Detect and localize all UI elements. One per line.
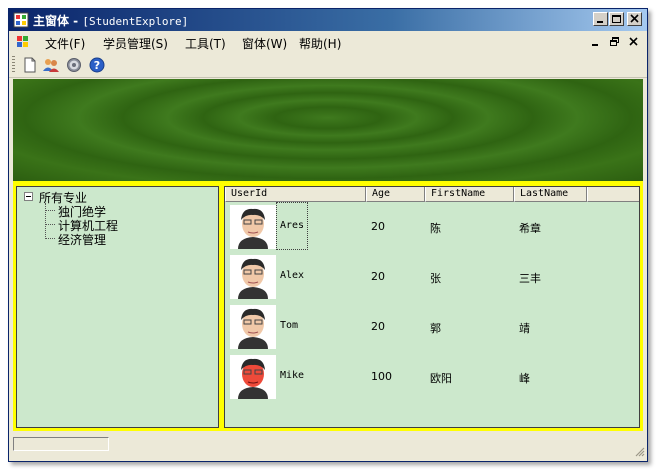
banner-image: [13, 79, 643, 181]
settings-gear-icon[interactable]: [65, 56, 83, 74]
tree-node-economics[interactable]: 经济管理: [58, 231, 106, 248]
cell-userid: Alex: [280, 270, 305, 281]
avatar: [230, 205, 276, 249]
menu-help[interactable]: 帮助(H): [299, 35, 341, 52]
menu-student-management[interactable]: 学员管理(S): [103, 35, 168, 52]
cell-lastname: 峰: [519, 372, 530, 385]
toolbar: ?: [9, 53, 647, 78]
tree-connector: [45, 210, 55, 211]
mdi-child-icon[interactable]: [15, 34, 31, 50]
close-icon: [630, 14, 639, 23]
split-container: 所有专业 独门绝学 计算机工程 经济管理 UserId Age FirstNam…: [13, 181, 643, 431]
menu-file[interactable]: 文件(F): [45, 35, 85, 52]
mdi-minimize-icon[interactable]: [589, 35, 603, 49]
cell-age: 20: [371, 320, 385, 333]
svg-text:?: ?: [94, 59, 100, 72]
close-button[interactable]: [627, 12, 642, 26]
cell-firstname: 郭: [430, 322, 441, 335]
maximize-icon: [612, 15, 621, 23]
cell-lastname: 三丰: [519, 272, 541, 285]
column-header-lastname[interactable]: LastName: [514, 187, 587, 202]
cell-age: 20: [371, 270, 385, 283]
tree-connector: [45, 238, 55, 239]
users-icon[interactable]: [42, 56, 60, 74]
main-window: 主窗体 - [StudentExplore] 文件(F) 学员管理(S) 工具(…: [8, 8, 648, 462]
new-document-icon[interactable]: [21, 56, 39, 74]
tree-connector: [45, 203, 46, 239]
minimize-icon: [597, 21, 603, 23]
cell-userid: Mike: [280, 370, 305, 381]
menu-tools[interactable]: 工具(T): [185, 35, 226, 52]
resize-grip-icon[interactable]: [633, 445, 645, 457]
cell-age: 100: [371, 370, 392, 383]
list-item[interactable]: Ares 20 陈 希章: [225, 202, 639, 252]
mdi-restore-icon[interactable]: [608, 35, 622, 49]
status-bar: [9, 435, 647, 461]
list-item[interactable]: Alex 20 张 三丰: [225, 252, 639, 302]
cell-firstname: 张: [430, 272, 441, 285]
cell-firstname: 陈: [430, 222, 441, 235]
toolbar-grip[interactable]: [12, 56, 15, 73]
window-title: 主窗体 - [StudentExplore]: [33, 12, 188, 29]
cell-userid: Tom: [280, 320, 299, 331]
cell-lastname: 希章: [519, 222, 541, 235]
list-item[interactable]: Mike 100 欧阳 峰: [225, 352, 639, 402]
avatar: [230, 355, 276, 399]
tree-connector: [45, 224, 55, 225]
minimize-button[interactable]: [593, 12, 608, 26]
status-panel: [13, 437, 109, 451]
menu-bar: 文件(F) 学员管理(S) 工具(T) 窗体(W) 帮助(H): [9, 31, 647, 53]
column-header-userid[interactable]: UserId: [225, 187, 366, 202]
tree-collapse-icon[interactable]: [24, 192, 33, 201]
maximize-button[interactable]: [609, 12, 624, 26]
cell-age: 20: [371, 220, 385, 233]
avatar: [230, 255, 276, 299]
mdi-close-icon[interactable]: [627, 35, 641, 49]
column-header-filler: [587, 187, 639, 202]
cell-lastname: 靖: [519, 322, 530, 335]
window-subtitle: [StudentExplore]: [82, 15, 189, 28]
cell-userid: Ares: [280, 220, 305, 231]
cell-firstname: 欧阳: [430, 372, 452, 385]
app-icon: [13, 12, 29, 28]
major-tree[interactable]: 所有专业 独门绝学 计算机工程 经济管理: [16, 186, 219, 428]
student-list[interactable]: UserId Age FirstName LastName Ares 20 陈 …: [224, 186, 640, 428]
list-item[interactable]: Tom 20 郭 靖: [225, 302, 639, 352]
column-header-age[interactable]: Age: [366, 187, 425, 202]
menu-window[interactable]: 窗体(W): [242, 35, 287, 52]
window-title-text: 主窗体 -: [33, 14, 83, 28]
title-bar[interactable]: 主窗体 - [StudentExplore]: [9, 9, 647, 31]
list-header: UserId Age FirstName LastName: [225, 187, 639, 202]
column-header-firstname[interactable]: FirstName: [425, 187, 514, 202]
help-icon[interactable]: ?: [88, 56, 106, 74]
avatar: [230, 305, 276, 349]
